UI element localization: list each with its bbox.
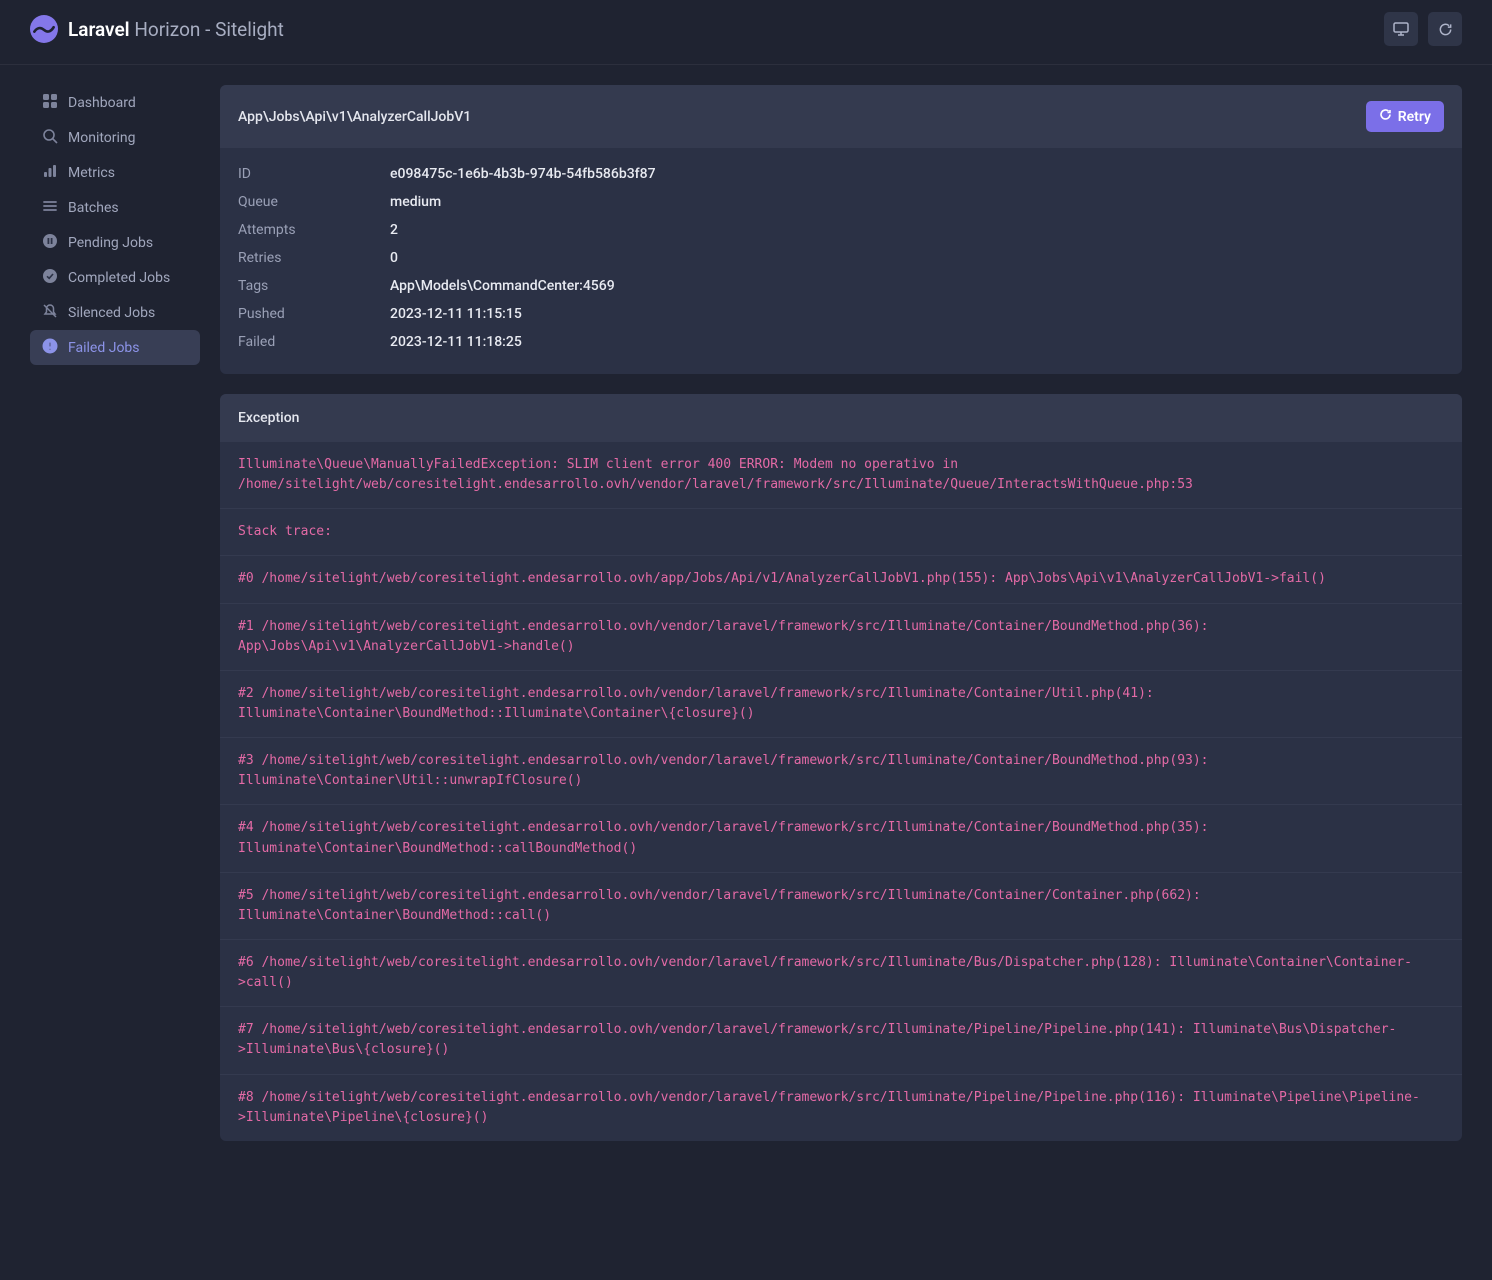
sidebar-item-label: Batches (68, 200, 119, 216)
horizon-logo-icon (30, 15, 58, 43)
exception-title: Exception (238, 410, 299, 426)
check-circle-icon (42, 268, 58, 288)
sidebar-item-monitoring[interactable]: Monitoring (30, 120, 200, 155)
trace-line: #5 /home/sitelight/web/coresitelight.end… (220, 873, 1462, 940)
detail-label: Failed (238, 334, 390, 350)
detail-value: e098475c-1e6b-4b3b-974b-54fb586b3f87 (390, 166, 656, 182)
detail-row: Failed2023-12-11 11:18:25 (238, 328, 1444, 356)
display-mode-button[interactable] (1384, 12, 1418, 46)
detail-value: 0 (390, 250, 398, 266)
sidebar-item-label: Failed Jobs (68, 340, 140, 356)
detail-row: IDe098475c-1e6b-4b3b-974b-54fb586b3f87 (238, 160, 1444, 188)
trace-line: #6 /home/sitelight/web/coresitelight.end… (220, 940, 1462, 1007)
exception-card: Exception Illuminate\Queue\ManuallyFaile… (220, 394, 1462, 1141)
sidebar-item-label: Dashboard (68, 95, 136, 111)
detail-row: Queuemedium (238, 188, 1444, 216)
sidebar-item-dashboard[interactable]: Dashboard (30, 85, 200, 120)
trace-line: Illuminate\Queue\ManuallyFailedException… (220, 442, 1462, 509)
sidebar-item-pending-jobs[interactable]: Pending Jobs (30, 225, 200, 260)
detail-value: 2023-12-11 11:18:25 (390, 334, 522, 350)
brand-primary: Laravel (68, 18, 130, 41)
sidebar-item-label: Pending Jobs (68, 235, 153, 251)
brand-text: Laravel Horizon - Sitelight (68, 18, 284, 41)
sidebar-item-batches[interactable]: Batches (30, 190, 200, 225)
detail-value: App\Models\CommandCenter:4569 (390, 278, 615, 294)
job-card-header: App\Jobs\Api\v1\AnalyzerCallJobV1 Retry (220, 85, 1462, 148)
trace-line: #3 /home/sitelight/web/coresitelight.end… (220, 738, 1462, 805)
detail-value: 2 (390, 222, 398, 238)
list-icon (42, 198, 58, 218)
layout: Dashboard Monitoring Metrics Batches Pen… (0, 65, 1492, 1181)
job-detail-card: App\Jobs\Api\v1\AnalyzerCallJobV1 Retry … (220, 85, 1462, 374)
brand-secondary: Horizon - Sitelight (130, 18, 284, 41)
detail-label: Retries (238, 250, 390, 266)
detail-row: Retries0 (238, 244, 1444, 272)
detail-label: Queue (238, 194, 390, 210)
main-content: App\Jobs\Api\v1\AnalyzerCallJobV1 Retry … (200, 65, 1492, 1181)
chart-bar-icon (42, 163, 58, 183)
sidebar-item-metrics[interactable]: Metrics (30, 155, 200, 190)
trace-line: #8 /home/sitelight/web/coresitelight.end… (220, 1075, 1462, 1141)
sidebar-item-completed-jobs[interactable]: Completed Jobs (30, 260, 200, 295)
detail-value: 2023-12-11 11:15:15 (390, 306, 522, 322)
topbar: Laravel Horizon - Sitelight (0, 0, 1492, 65)
exclamation-circle-icon (42, 338, 58, 358)
detail-value: medium (390, 194, 441, 210)
exception-card-header: Exception (220, 394, 1462, 442)
pause-circle-icon (42, 233, 58, 253)
detail-label: Attempts (238, 222, 390, 238)
refresh-icon (1379, 108, 1392, 125)
trace-line: #2 /home/sitelight/web/coresitelight.end… (220, 671, 1462, 738)
search-icon (42, 128, 58, 148)
job-detail-body: IDe098475c-1e6b-4b3b-974b-54fb586b3f87Qu… (220, 148, 1462, 374)
job-title: App\Jobs\Api\v1\AnalyzerCallJobV1 (238, 109, 471, 125)
trace-line: #0 /home/sitelight/web/coresitelight.end… (220, 556, 1462, 603)
brand: Laravel Horizon - Sitelight (30, 15, 284, 43)
detail-label: ID (238, 166, 390, 182)
trace-line: #1 /home/sitelight/web/coresitelight.end… (220, 604, 1462, 671)
sidebar-item-label: Silenced Jobs (68, 305, 155, 321)
grid-icon (42, 93, 58, 113)
sidebar-item-label: Monitoring (68, 130, 136, 146)
detail-row: TagsApp\Models\CommandCenter:4569 (238, 272, 1444, 300)
trace-line: #4 /home/sitelight/web/coresitelight.end… (220, 805, 1462, 872)
sidebar-item-label: Completed Jobs (68, 270, 170, 286)
retry-label: Retry (1398, 109, 1431, 125)
top-actions (1384, 12, 1462, 46)
sidebar-item-silenced-jobs[interactable]: Silenced Jobs (30, 295, 200, 330)
trace-line: #7 /home/sitelight/web/coresitelight.end… (220, 1007, 1462, 1074)
bell-off-icon (42, 303, 58, 323)
detail-label: Tags (238, 278, 390, 294)
retry-button[interactable]: Retry (1366, 101, 1444, 132)
sidebar-item-failed-jobs[interactable]: Failed Jobs (30, 330, 200, 365)
detail-row: Attempts2 (238, 216, 1444, 244)
detail-row: Pushed2023-12-11 11:15:15 (238, 300, 1444, 328)
trace-line: Stack trace: (220, 509, 1462, 556)
sidebar: Dashboard Monitoring Metrics Batches Pen… (0, 65, 200, 1181)
detail-label: Pushed (238, 306, 390, 322)
exception-trace-list: Illuminate\Queue\ManuallyFailedException… (220, 442, 1462, 1141)
sidebar-item-label: Metrics (68, 165, 115, 181)
refresh-button[interactable] (1428, 12, 1462, 46)
